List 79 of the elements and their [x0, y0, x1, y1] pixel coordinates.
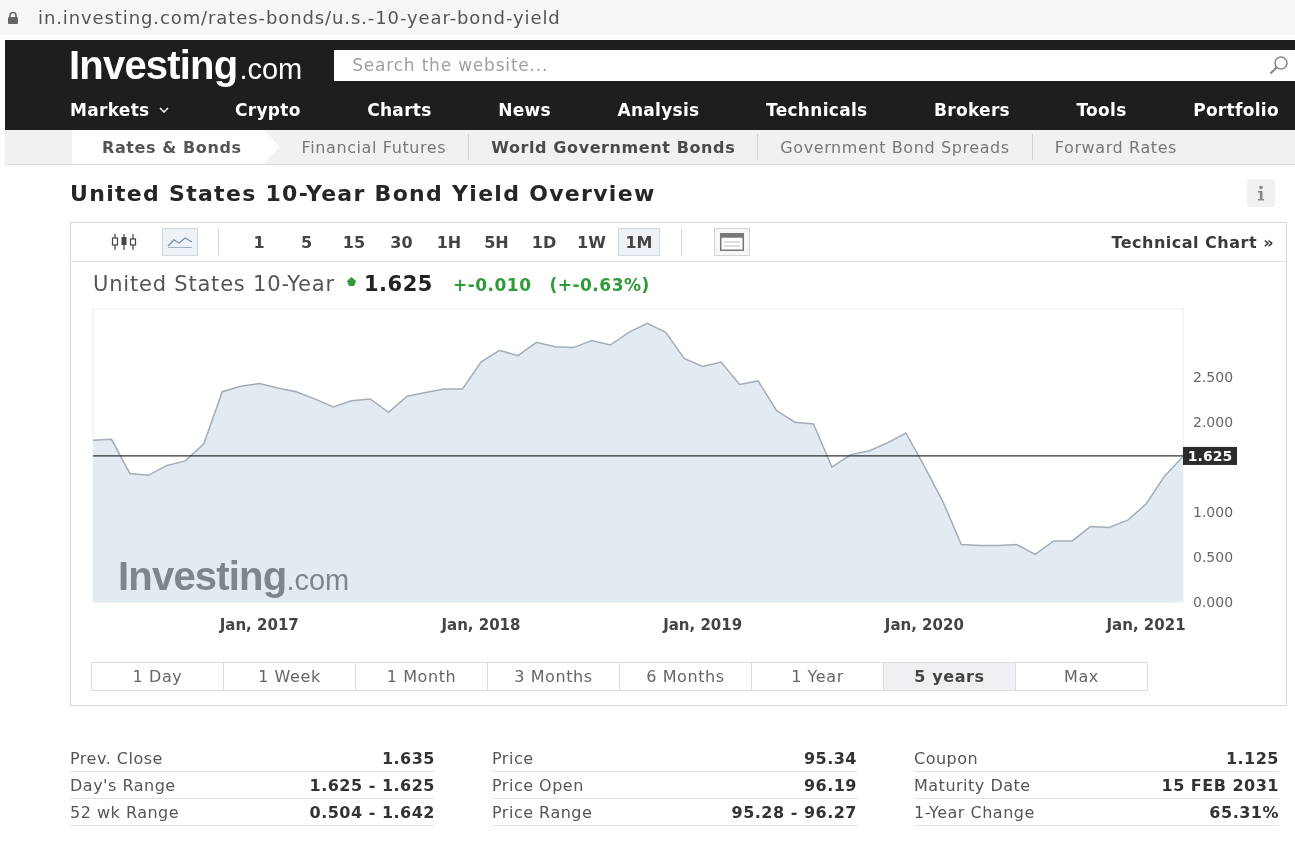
- range-tab[interactable]: 1 Day: [91, 662, 224, 691]
- stat-value: 96.19: [803, 775, 857, 795]
- quote-change: +-0.010: [452, 275, 532, 295]
- search-icon[interactable]: [1269, 54, 1289, 75]
- stat-label: 1-Year Change: [914, 802, 1035, 822]
- candlestick-icon: [111, 234, 137, 250]
- lock-icon: [8, 11, 18, 24]
- quote-price: 1.625: [363, 272, 433, 296]
- stat-label: Coupon: [914, 748, 979, 768]
- nav-link[interactable]: Portfolio: [1193, 100, 1279, 120]
- interval-tab[interactable]: 1: [238, 228, 280, 256]
- range-tab[interactable]: 1 Year: [751, 662, 884, 691]
- nav-link[interactable]: Tools: [1076, 100, 1127, 120]
- stat-value: 95.28 - 96.27: [731, 802, 857, 822]
- y-axis-label: 0.500: [1193, 549, 1234, 566]
- stat-label: Day's Range: [70, 775, 176, 795]
- nav-link[interactable]: Markets: [70, 100, 169, 120]
- window-icon: [720, 233, 744, 251]
- chart-logo: Investing.com: [118, 554, 350, 598]
- stat-label: Price Open: [492, 775, 584, 795]
- site-logo[interactable]: Investing.com: [69, 42, 303, 88]
- subnav-tab[interactable]: Forward Rates: [1032, 130, 1200, 164]
- subnav-tab[interactable]: Rates & Bonds: [72, 130, 280, 164]
- toolbar-button[interactable]: [714, 228, 750, 256]
- stat-label: Prev. Close: [70, 748, 163, 768]
- stat-value: 15 FEB 2031: [1161, 775, 1279, 795]
- stat-value: 95.34: [803, 748, 857, 768]
- interval-tab[interactable]: 1W: [570, 228, 613, 256]
- stat-value: 65.31%: [1209, 802, 1279, 822]
- stat-label: Price: [492, 748, 534, 768]
- chevron-down-icon: [158, 107, 169, 113]
- interval-tab[interactable]: 30: [380, 228, 423, 256]
- x-axis-label: Jan, 2021: [1106, 616, 1186, 634]
- y-axis-label: 2.000: [1193, 414, 1234, 431]
- stat-label: 52 wk Range: [70, 802, 180, 822]
- stat-label: Maturity Date: [914, 775, 1031, 795]
- y-axis-label: 1.000: [1193, 504, 1234, 521]
- technical-chart-link[interactable]: Technical Chart »: [1111, 232, 1286, 252]
- range-tab[interactable]: 1 Week: [223, 662, 356, 691]
- page-title: United States 10-Year Bond Yield Overview: [70, 180, 656, 206]
- nav-link[interactable]: Charts: [367, 100, 432, 120]
- nav-link[interactable]: News: [498, 100, 551, 120]
- interval-tab[interactable]: 5: [285, 228, 328, 256]
- range-tab[interactable]: 1 Month: [355, 662, 488, 691]
- info-icon[interactable]: [1247, 179, 1275, 207]
- range-tab[interactable]: 5 years: [883, 662, 1016, 691]
- up-arrow-icon: [346, 277, 356, 286]
- interval-tab[interactable]: 1H: [428, 228, 470, 256]
- nav-link[interactable]: Technicals: [766, 100, 868, 120]
- stat-value: 0.504 - 1.642: [309, 802, 435, 822]
- x-axis-label: Jan, 2019: [663, 616, 743, 634]
- interval-tab[interactable]: 15: [333, 228, 375, 256]
- y-axis-label: 0.000: [1193, 594, 1234, 610]
- search-field[interactable]: Search the website...: [334, 49, 1295, 81]
- subnav-tab[interactable]: Financial Futures: [279, 130, 469, 164]
- range-tab[interactable]: 6 Months: [619, 662, 752, 691]
- price-tag: 1.625: [1183, 446, 1237, 465]
- ref-line-label: 1.625: [1187, 447, 1233, 464]
- quote-change-percent: (+-0.63%): [549, 275, 650, 295]
- subnav-tab[interactable]: Government Bond Spreads: [758, 130, 1032, 164]
- range-tab[interactable]: Max: [1015, 662, 1148, 691]
- x-axis-label: Jan, 2020: [884, 616, 964, 634]
- nav-link[interactable]: Crypto: [235, 100, 301, 120]
- nav-link[interactable]: Brokers: [934, 100, 1010, 120]
- y-axis-label: 2.500: [1193, 369, 1234, 386]
- line-chart-icon: [167, 236, 193, 248]
- range-tab[interactable]: 3 Months: [487, 662, 620, 691]
- stat-value: 1.625 - 1.625: [309, 775, 435, 795]
- interval-tab[interactable]: 1D: [523, 228, 565, 256]
- interval-tab[interactable]: 5H: [475, 228, 518, 256]
- nav-link[interactable]: Analysis: [617, 100, 700, 120]
- stat-value: 1.125: [1225, 748, 1279, 768]
- quote-name: United States 10-Year: [93, 272, 335, 296]
- stat-label: Price Range: [492, 802, 593, 822]
- stat-value: 1.635: [381, 748, 435, 768]
- x-axis-label: Jan, 2018: [441, 616, 521, 634]
- x-axis-label: Jan, 2017: [219, 616, 299, 634]
- subnav-tab[interactable]: World Government Bonds: [469, 130, 758, 164]
- interval-tab[interactable]: 1M: [618, 228, 660, 256]
